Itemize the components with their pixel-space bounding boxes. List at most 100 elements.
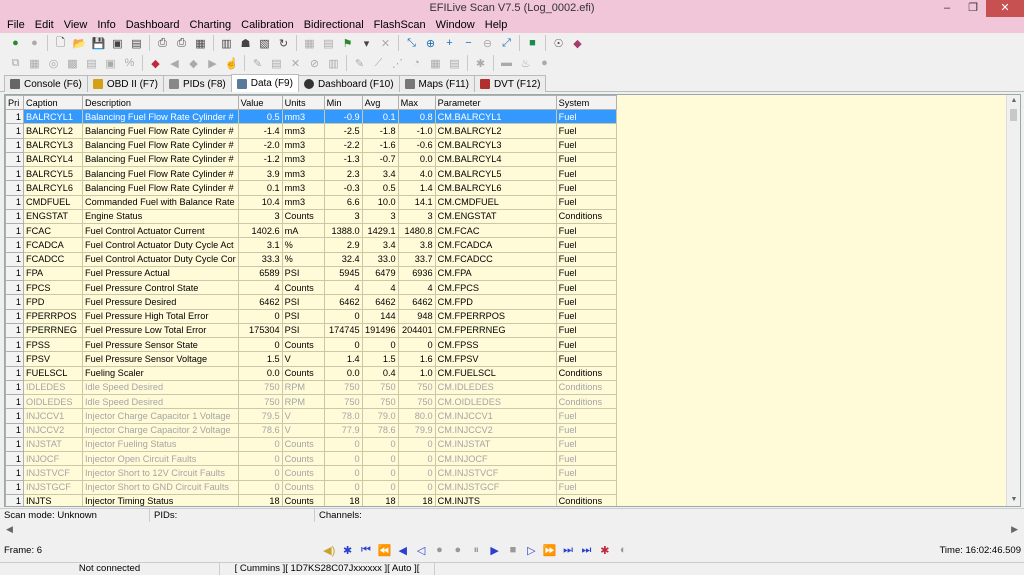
table-row[interactable]: 1 INJCCV2 Injector Charge Capacitor 2 Volt… [5, 422, 617, 438]
cell-max[interactable]: 1.0 [397, 365, 436, 381]
cell-description[interactable]: Balancing Fuel Flow Rate Cylinder # [82, 137, 239, 153]
cell-avg[interactable]: 0 [361, 336, 399, 353]
cell-pri[interactable]: 1 [5, 265, 24, 282]
tools-icon[interactable]: ✕ [379, 36, 393, 50]
cell-avg[interactable]: 0.5 [361, 180, 399, 196]
cell-value[interactable]: 175304 [237, 322, 283, 339]
cell-parameter[interactable]: CM.INJSTGCF [434, 479, 557, 495]
zoom-out-icon[interactable]: ⊖ [481, 36, 495, 50]
layers-icon[interactable]: ▤ [270, 56, 284, 70]
cell-parameter[interactable]: CM.INJTS [434, 493, 557, 506]
cell-description[interactable]: Fuel Control Actuator Current [82, 222, 239, 239]
cell-system[interactable]: Fuel [555, 450, 617, 467]
cell-avg[interactable]: 0.1 [361, 108, 399, 125]
cell-units[interactable]: mm3 [281, 194, 325, 210]
cell-avg[interactable]: 1.5 [361, 351, 399, 367]
cell-pri[interactable]: 1 [5, 465, 24, 481]
cell-caption[interactable]: OIDLEDES [23, 393, 83, 410]
cell-parameter[interactable]: CM.FPD [434, 294, 557, 310]
cell-value[interactable]: 750 [237, 393, 283, 410]
vehicle-icon[interactable]: ▧ [258, 36, 272, 50]
cell-max[interactable]: 0.8 [397, 108, 436, 125]
cell-caption[interactable]: BALRCYL4 [23, 151, 83, 168]
cell-units[interactable]: Counts [281, 479, 325, 495]
cell-units[interactable]: PSI [281, 265, 325, 282]
cell-caption[interactable]: INJSTVCF [23, 465, 83, 481]
column-header-system[interactable]: System [555, 95, 617, 110]
table-row[interactable]: 1 FPCS Fuel Pressure Control State 4 Counts 4… [5, 279, 617, 296]
column-header-avg[interactable]: Avg [361, 95, 399, 110]
previous-frame-icon[interactable]: ◁ [414, 543, 428, 557]
stop-icon[interactable]: ■ [506, 543, 520, 557]
cell-avg[interactable]: 4 [361, 279, 399, 296]
cell-units[interactable]: mA [281, 222, 325, 239]
cell-description[interactable]: Balancing Fuel Flow Rate Cylinder # [82, 123, 239, 139]
cell-description[interactable]: Fuel Pressure Low Total Error [82, 322, 239, 339]
previous-marker-icon[interactable]: ⏪ [377, 543, 391, 557]
cell-min[interactable]: 2.9 [323, 237, 363, 253]
cell-units[interactable]: Counts [281, 365, 325, 381]
flame-icon[interactable]: ♨ [519, 56, 533, 70]
table-row[interactable]: 1 BALRCYL2 Balancing Fuel Flow Rate Cylind… [5, 123, 617, 139]
cell-caption[interactable]: BALRCYL3 [23, 137, 83, 153]
table-row[interactable]: 1 FPERRPOS Fuel Pressure High Total Error 0… [5, 308, 617, 324]
pause-icon[interactable]: ⏸ [469, 543, 483, 557]
cell-units[interactable]: mm3 [281, 108, 325, 125]
record-disabled-icon[interactable]: ● [432, 543, 446, 557]
cell-avg[interactable]: 0.4 [361, 365, 399, 381]
cell-system[interactable]: Conditions [555, 493, 617, 506]
cell-value[interactable]: 0 [237, 336, 283, 353]
cell-pri[interactable]: 1 [5, 294, 24, 310]
cell-avg[interactable]: 3.4 [361, 237, 399, 253]
open-folder-icon[interactable]: 📂 [73, 36, 87, 50]
cell-caption[interactable]: IDLEDES [23, 379, 83, 396]
cell-min[interactable]: -2.2 [323, 137, 363, 153]
cell-avg[interactable]: 750 [361, 393, 399, 410]
tab-dashboard[interactable]: Dashboard (F10) [297, 75, 400, 92]
cell-avg[interactable]: 6462 [361, 294, 399, 310]
cell-avg[interactable]: 10.0 [361, 194, 399, 210]
cell-pri[interactable]: 1 [5, 322, 24, 339]
flag-icon[interactable]: ⚑ [341, 36, 355, 50]
cell-value[interactable]: 0.1 [237, 180, 283, 196]
cell-pri[interactable]: 1 [5, 194, 24, 210]
cell-parameter[interactable]: CM.INJSTVCF [434, 465, 557, 481]
cell-min[interactable]: 78.0 [323, 408, 363, 424]
horizontal-scrollbar[interactable]: ◀ ▶ [0, 523, 1024, 538]
cell-avg[interactable]: 0 [361, 479, 399, 495]
cell-max[interactable]: 6462 [397, 294, 436, 310]
cell-description[interactable]: Injector Open Circuit Faults [82, 450, 239, 467]
cell-units[interactable]: % [281, 251, 325, 267]
cell-value[interactable]: 1.5 [237, 351, 283, 367]
cell-value[interactable]: 3.9 [237, 165, 283, 182]
cell-units[interactable]: Counts [281, 279, 325, 296]
cell-max[interactable]: 4 [397, 279, 436, 296]
table-row[interactable]: 1 FPA Fuel Pressure Actual 6589 PSI 5945 6479 6… [5, 265, 617, 282]
cell-value[interactable]: 3.1 [237, 237, 283, 253]
cell-pri[interactable]: 1 [5, 408, 24, 424]
cell-units[interactable]: PSI [281, 294, 325, 310]
cell-description[interactable]: Injector Short to GND Circuit Faults [82, 479, 239, 495]
column-header-parameter[interactable]: Parameter [434, 95, 557, 110]
grid-icon[interactable]: ▦ [303, 36, 317, 50]
cell-min[interactable]: 0.0 [323, 365, 363, 381]
cell-system[interactable]: Fuel [555, 422, 617, 438]
cell-units[interactable]: mm3 [281, 137, 325, 153]
cell-max[interactable]: 79.9 [397, 422, 436, 438]
layout-icon[interactable]: ▤ [322, 36, 336, 50]
new-file-icon[interactable]: 🗋 [54, 36, 68, 50]
cell-parameter[interactable]: CM.FPCS [434, 279, 557, 296]
cell-parameter[interactable]: CM.FCAC [434, 222, 557, 239]
filter-icon[interactable]: ▩ [66, 56, 80, 70]
cell-caption[interactable]: FPSS [23, 336, 83, 353]
cell-min[interactable]: 6462 [323, 294, 363, 310]
cell-description[interactable]: Commanded Fuel with Balance Rate [82, 194, 239, 210]
cell-value[interactable]: 3 [237, 208, 283, 225]
cell-value[interactable]: 6462 [237, 294, 283, 310]
cell-description[interactable]: Balancing Fuel Flow Rate Cylinder # [82, 165, 239, 182]
cell-max[interactable]: 1.6 [397, 351, 436, 367]
cell-min[interactable]: 4 [323, 279, 363, 296]
copy-icon[interactable]: ⧉ [9, 56, 23, 70]
scroll-thumb[interactable] [1010, 109, 1017, 121]
cell-system[interactable]: Fuel [555, 151, 617, 168]
